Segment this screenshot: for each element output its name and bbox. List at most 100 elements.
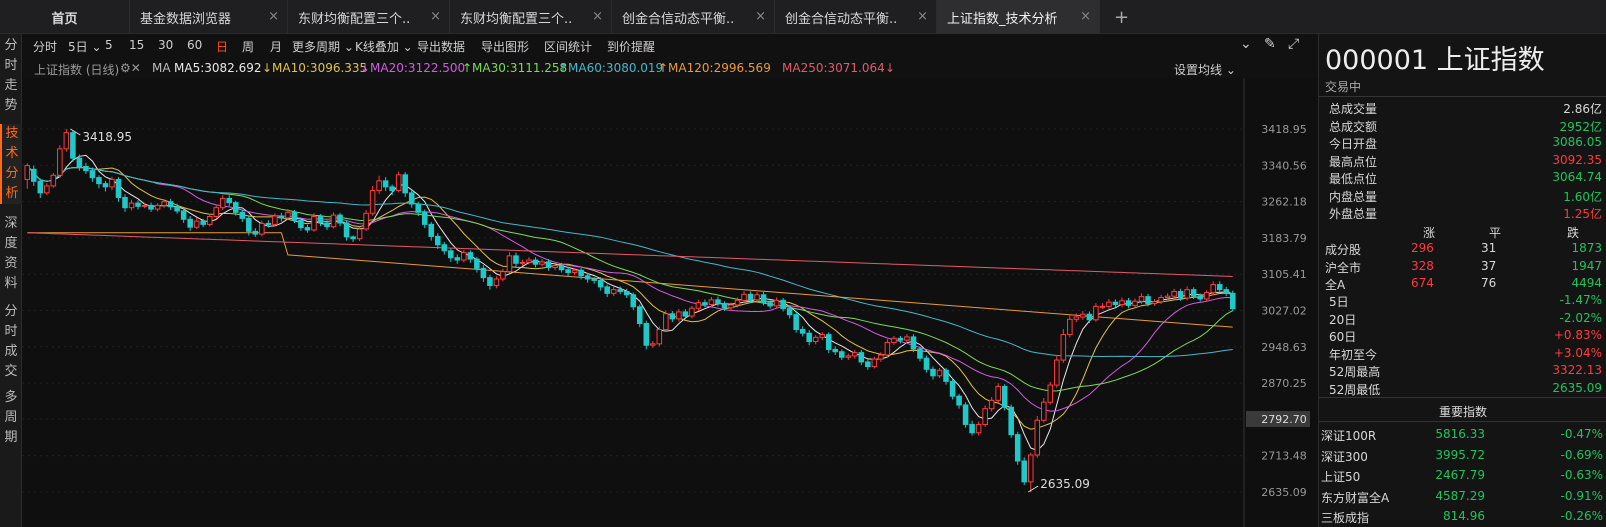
candle-body — [193, 220, 200, 228]
candle-body — [845, 355, 852, 358]
stat-value: 2.86亿 — [1563, 102, 1602, 116]
kline-chart[interactable]: 3418.95 3340.56 3262.18 3183.79 3105.41 3027.… — [22, 78, 1318, 527]
period-label: 52周最低 — [1329, 382, 1381, 397]
candle-body — [50, 174, 57, 187]
candle-body — [819, 334, 826, 338]
y-tick-label: 2948.63 — [1261, 341, 1307, 354]
period-toolbar: 分时 5日 ⌄ 5 15 30 60 日周月更多周期 ⌄ K线叠加 ⌄ 导出数据 导出图形 区间统计… — [22, 34, 1299, 56]
nav-group-1[interactable]: 技术分析 — [0, 124, 22, 204]
toolbar-item-4[interactable]: 30 — [158, 38, 173, 52]
close-tab-icon[interactable]: × — [917, 9, 928, 24]
candle-body — [754, 294, 760, 301]
toolbar-item-7[interactable]: 周 — [242, 38, 254, 55]
toolbar-item-10[interactable]: K线叠加 ⌄ — [355, 38, 413, 55]
toolbar-item-8[interactable]: 月 — [270, 38, 282, 55]
candle-body — [232, 202, 239, 213]
nav-char: 成 — [4, 344, 18, 359]
candle-body — [604, 286, 610, 294]
candle-body — [773, 299, 780, 307]
candle-body — [1132, 300, 1138, 306]
nav-char: 资 — [4, 256, 18, 271]
candle-body — [76, 157, 83, 167]
set-ma-label: 设置均线 — [1174, 63, 1223, 77]
candle-body — [1014, 434, 1021, 462]
candle-body — [558, 265, 565, 271]
toolbar-item-12[interactable]: 导出图形 — [481, 38, 529, 55]
candle-body — [304, 227, 311, 231]
toolbar-item-9[interactable]: 更多周期 ⌄ — [292, 38, 354, 55]
toolbar-item-2[interactable]: 5 — [105, 38, 113, 52]
candle-body — [591, 278, 597, 281]
nav-group-0[interactable]: 分时走势 — [0, 36, 22, 116]
toolbar-item-3[interactable]: 15 — [129, 38, 144, 52]
candle-body — [741, 293, 747, 301]
candle-body — [897, 337, 904, 341]
candle-body — [356, 228, 363, 240]
tab-3[interactable]: 东财均衡配置三个.. × — [450, 0, 612, 34]
candle-body — [1164, 295, 1171, 299]
breadth-down: 1873 — [1571, 241, 1602, 255]
candle-body — [636, 306, 643, 324]
toolbar-item-5[interactable]: 60 — [187, 38, 202, 52]
breadth-header: 涨 — [1423, 226, 1436, 240]
candle-body — [1080, 313, 1086, 318]
kline-chart-svg[interactable]: 3418.95 3340.56 3262.18 3183.79 3105.41 3027.… — [22, 78, 1318, 527]
tab-4[interactable]: 创金合信动态平衡.. × — [612, 0, 775, 34]
nav-group-3[interactable]: 分时成交 — [0, 302, 22, 382]
breadth-label: 成分股 — [1325, 243, 1362, 257]
nav-group-2[interactable]: 深度资料 — [0, 214, 22, 294]
toolbar-item-6[interactable]: 日 — [216, 38, 228, 55]
tab-6[interactable]: 上证指数_技术分析 × — [937, 0, 1100, 34]
max-value-label: 3418.95 — [82, 130, 132, 144]
toolbar-item-14[interactable]: 到价提醒 — [607, 38, 655, 55]
set-ma-button[interactable]: 设置均线 ⌄ — [1174, 61, 1236, 78]
breadth-label: 沪全市 — [1325, 260, 1362, 275]
candle-body — [760, 294, 767, 304]
index-price: 2467.79 — [1435, 468, 1485, 482]
settings-gear-icon[interactable]: ⚙✕ — [120, 61, 141, 75]
toolbar-item-11[interactable]: 导出数据 — [417, 38, 465, 55]
nav-group-4[interactable]: 多周期 — [0, 388, 22, 448]
candle-body — [865, 361, 871, 368]
tab-1[interactable]: 基金数据浏览器 × — [130, 0, 288, 34]
tab-label: 创金合信动态平衡.. — [622, 11, 735, 27]
candle-body — [650, 343, 656, 346]
nav-char: 分 — [4, 38, 18, 53]
close-tab-icon[interactable]: × — [268, 9, 279, 24]
index-row[interactable]: 深证100R 5816.33 -0.47% — [1319, 425, 1606, 445]
collapse-icon[interactable]: ⌄ — [1240, 36, 1252, 52]
candle-body — [1073, 316, 1080, 320]
add-tab-button[interactable]: + — [1104, 0, 1139, 34]
index-row[interactable]: 深证300 3995.72 -0.69% — [1319, 446, 1606, 466]
breadth-flat: 37 — [1481, 258, 1497, 273]
tab-0[interactable]: 首页 — [0, 0, 130, 34]
fullscreen-icon[interactable]: ⤢ — [1288, 36, 1299, 52]
toolbar-item-1[interactable]: 5日 ⌄ — [68, 38, 102, 55]
index-name: 三板成指 — [1321, 511, 1370, 525]
candle-body — [135, 202, 141, 207]
close-tab-icon[interactable]: × — [1080, 9, 1091, 24]
draw-tool-icon[interactable]: ✎ — [1264, 36, 1276, 52]
candle-body — [1229, 292, 1236, 310]
close-tab-icon[interactable]: × — [430, 9, 441, 24]
tab-5[interactable]: 创金合信动态平衡.. × — [775, 0, 937, 34]
candle-body — [109, 178, 115, 188]
index-row[interactable]: 上证50 2467.79 -0.63% — [1319, 466, 1606, 486]
index-row[interactable]: 东方财富全A 4587.29 -0.91% — [1319, 487, 1606, 507]
candle-body — [878, 354, 884, 360]
toolbar-item-0[interactable]: 分时 — [33, 38, 57, 55]
candle-body — [1223, 289, 1230, 294]
index-row[interactable]: 三板成指 814.96 -0.26% — [1319, 507, 1606, 527]
tab-2[interactable]: 东财均衡配置三个.. × — [288, 0, 450, 34]
period-label: 60日 — [1329, 330, 1357, 344]
candle-body — [715, 299, 721, 305]
close-tab-icon[interactable]: × — [592, 9, 603, 24]
candle-body — [434, 235, 441, 246]
candle-body — [552, 265, 558, 268]
candle-body — [298, 219, 304, 229]
candle-body — [519, 261, 526, 264]
candle-body — [643, 322, 650, 346]
toolbar-item-13[interactable]: 区间统计 — [544, 38, 592, 55]
stat-value: 1.25亿 — [1563, 207, 1602, 221]
close-tab-icon[interactable]: × — [755, 9, 766, 24]
